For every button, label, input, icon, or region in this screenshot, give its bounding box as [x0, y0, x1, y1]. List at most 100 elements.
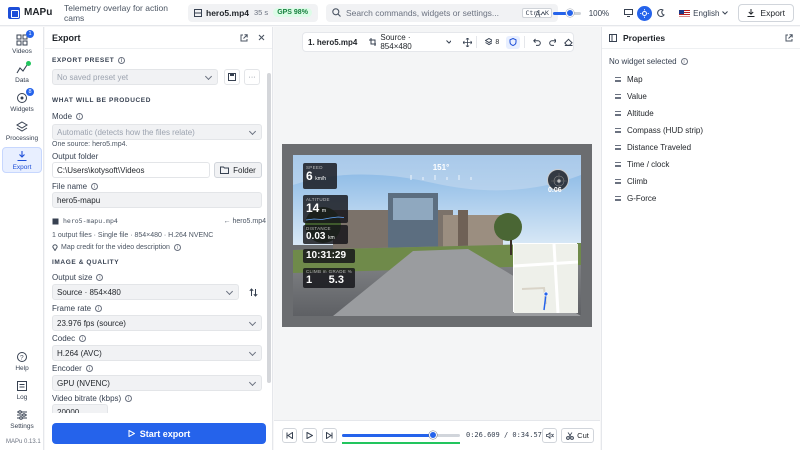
data-status-dot: [26, 60, 31, 66]
timeline-playhead[interactable]: [428, 431, 437, 439]
theme-dark-button[interactable]: [653, 6, 668, 21]
nav-videos[interactable]: 1 Videos: [2, 29, 42, 57]
command-search[interactable]: Search commands, widgets or settings... …: [325, 3, 558, 22]
panel-scrollbar[interactable]: [267, 73, 271, 383]
timeline-scrubber[interactable]: [342, 431, 460, 439]
info-icon[interactable]: i: [680, 58, 688, 65]
nav-help[interactable]: ? Help: [2, 348, 42, 374]
bitrate-input[interactable]: 20000: [52, 404, 108, 413]
app-name: MAPu: [24, 7, 53, 18]
nav-widgets[interactable]: 8 Widgets: [2, 87, 42, 115]
nav-data[interactable]: Data: [2, 60, 42, 86]
info-icon[interactable]: i: [125, 395, 133, 402]
properties-title: Properties: [623, 32, 666, 43]
drag-handle-icon[interactable]: [615, 196, 621, 201]
drag-handle-icon[interactable]: [615, 162, 621, 167]
output-file-row: hero5-mapu.mp4 ← hero5.mp4: [52, 217, 266, 225]
info-icon[interactable]: i: [76, 113, 84, 120]
mode-select[interactable]: Automatic (detects how the files relate): [52, 124, 262, 140]
skip-back-button[interactable]: [282, 428, 297, 443]
climb-widget[interactable]: CLIMB m 1 GRADE % 5.3: [303, 268, 355, 288]
zoom-slider-knob[interactable]: [565, 8, 574, 17]
widget-list-label: Map: [627, 75, 643, 84]
bitrate-value: 20000: [57, 407, 80, 414]
map-credit-row: Map credit for the video description i: [52, 244, 181, 251]
preview-tab[interactable]: 1. hero5.mp4: [308, 38, 363, 47]
widget-list-item[interactable]: Time / clock: [615, 160, 669, 169]
video-frame[interactable]: SPEED 6 km/h 151° 0.06 ALTITUDE 14 m DIS…: [293, 155, 581, 316]
text-size-icon[interactable]: A: [535, 9, 545, 18]
zoom-slider[interactable]: [552, 8, 581, 17]
redo-icon[interactable]: [549, 38, 557, 46]
distance-value: 0.03: [306, 231, 326, 242]
clock-widget[interactable]: 10:31:29: [303, 249, 355, 263]
theme-light-button[interactable]: [637, 5, 653, 21]
cut-button[interactable]: Cut: [561, 428, 594, 443]
map-widget[interactable]: [513, 243, 579, 314]
frame-rate-select[interactable]: 23.976 fps (source): [52, 315, 262, 331]
drag-handle-icon[interactable]: [615, 128, 621, 133]
info-icon[interactable]: i: [96, 274, 104, 281]
widget-list-item[interactable]: Compass (HUD strip): [615, 126, 703, 135]
skip-forward-button[interactable]: [322, 428, 337, 443]
widget-list-label: Time / clock: [627, 160, 670, 169]
info-icon[interactable]: i: [173, 244, 181, 251]
nav-settings[interactable]: Settings: [2, 406, 42, 432]
drag-handle-icon[interactable]: [615, 94, 621, 99]
widget-list-item[interactable]: Climb: [615, 177, 647, 186]
encoder-select[interactable]: GPU (NVENC): [52, 375, 262, 391]
info-icon[interactable]: i: [95, 305, 103, 312]
browse-folder-button[interactable]: Folder: [214, 162, 262, 178]
widget-list-item[interactable]: G-Force: [615, 194, 656, 203]
compass-strip[interactable]: 151°: [405, 163, 477, 181]
widgets-icon: 8: [16, 87, 34, 104]
output-size-select[interactable]: Source · 854×480: [52, 284, 239, 300]
swap-icon[interactable]: [249, 288, 258, 297]
source-select-label[interactable]: Source · 854×480: [380, 33, 440, 51]
nav-processing[interactable]: Processing: [2, 118, 42, 144]
popout-icon[interactable]: [785, 33, 793, 42]
nav-export[interactable]: Export: [2, 147, 42, 173]
export-panel-body: EXPORT PRESET i No saved preset yet ··· W…: [45, 49, 273, 413]
info-icon[interactable]: i: [85, 365, 93, 372]
speed-unit: km/h: [315, 176, 327, 182]
speed-widget[interactable]: SPEED 6 km/h: [303, 163, 337, 189]
move-icon[interactable]: [463, 37, 472, 47]
svg-text:?: ?: [20, 354, 24, 361]
undo-icon[interactable]: [533, 38, 541, 46]
widget-list-item[interactable]: Map: [615, 75, 643, 84]
start-export-button[interactable]: Start export: [52, 423, 266, 444]
altitude-widget[interactable]: ALTITUDE 14 m: [303, 195, 348, 223]
codec-select[interactable]: H.264 (AVC): [52, 345, 262, 361]
timeline-progress: [342, 434, 433, 437]
altitude-sparkline: [306, 216, 344, 221]
output-folder-input[interactable]: C:\Users\kotysoft\Videos: [52, 162, 210, 178]
sidebar-toggle-icon[interactable]: [609, 33, 617, 42]
preset-select[interactable]: No saved preset yet: [52, 69, 218, 85]
info-icon[interactable]: i: [91, 183, 99, 190]
drag-handle-icon[interactable]: [615, 77, 621, 82]
drag-handle-icon[interactable]: [615, 145, 621, 150]
distance-widget[interactable]: DISTANCE 0.03 km: [303, 225, 348, 244]
mute-button[interactable]: [542, 428, 557, 443]
active-file-chip[interactable]: hero5.mp4 35 s GPS 98%: [188, 3, 318, 22]
preset-more-button[interactable]: ···: [244, 69, 260, 85]
info-icon[interactable]: i: [118, 57, 126, 64]
save-preset-button[interactable]: [224, 69, 240, 85]
nav-log[interactable]: Log: [2, 377, 42, 403]
widget-list-item[interactable]: Value: [615, 92, 647, 101]
language-select[interactable]: English: [679, 9, 729, 18]
info-icon[interactable]: i: [79, 335, 87, 342]
export-button[interactable]: Export: [738, 4, 794, 22]
file-name-input[interactable]: hero5-mapu: [52, 192, 262, 208]
popout-icon[interactable]: [240, 33, 248, 42]
widget-list-item[interactable]: Altitude: [615, 109, 654, 118]
drag-handle-icon[interactable]: [615, 179, 621, 184]
play-button[interactable]: [302, 428, 317, 443]
drag-handle-icon[interactable]: [615, 111, 621, 116]
eraser-icon[interactable]: [564, 38, 573, 46]
widget-list-item[interactable]: Distance Traveled: [615, 143, 691, 152]
theme-system-button[interactable]: [621, 6, 636, 21]
close-icon[interactable]: [258, 34, 265, 41]
overlay-toggle[interactable]: [506, 35, 521, 49]
